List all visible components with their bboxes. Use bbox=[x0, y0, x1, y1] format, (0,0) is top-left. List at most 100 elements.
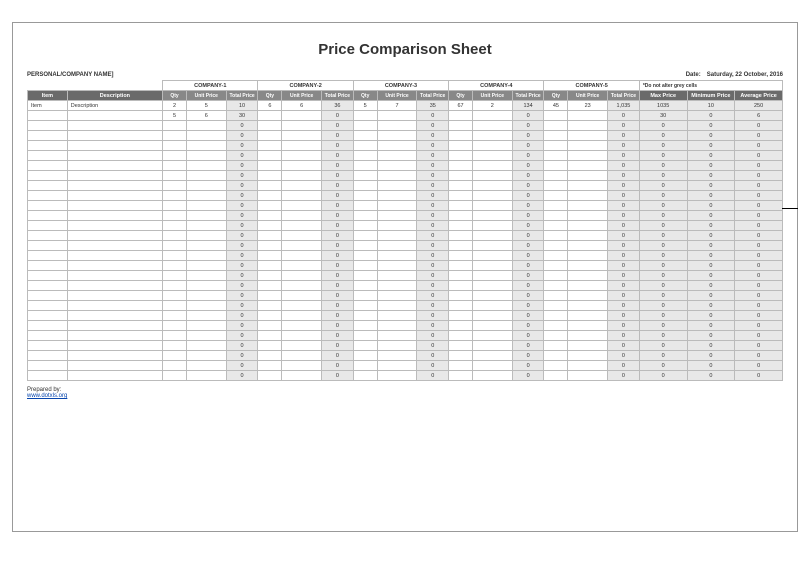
cell: 0 bbox=[226, 171, 258, 181]
hdr-c5-qty: Qty bbox=[544, 91, 568, 101]
cell bbox=[449, 191, 473, 201]
cell: 0 bbox=[512, 171, 544, 181]
cell bbox=[186, 121, 226, 131]
cell bbox=[67, 261, 162, 271]
cell: 0 bbox=[608, 251, 640, 261]
cell: 0 bbox=[417, 261, 449, 271]
cell bbox=[258, 231, 282, 241]
cell bbox=[282, 261, 322, 271]
cell bbox=[568, 181, 608, 191]
cell bbox=[377, 361, 417, 371]
cell: 0 bbox=[512, 131, 544, 141]
cell bbox=[28, 111, 68, 121]
cell: 0 bbox=[322, 181, 354, 191]
cell bbox=[28, 161, 68, 171]
table-row: 00000000 bbox=[28, 161, 783, 171]
cell bbox=[258, 341, 282, 351]
table-row: 00000000 bbox=[28, 281, 783, 291]
note-label: *Do not alter grey cells bbox=[639, 81, 782, 91]
table-row: 00000000 bbox=[28, 191, 783, 201]
cell: 0 bbox=[687, 321, 735, 331]
cell: 0 bbox=[322, 241, 354, 251]
cell bbox=[568, 241, 608, 251]
cell bbox=[377, 311, 417, 321]
cell bbox=[568, 151, 608, 161]
page-title: Price Comparison Sheet bbox=[27, 41, 783, 58]
cell bbox=[449, 301, 473, 311]
cell bbox=[568, 191, 608, 201]
cell bbox=[449, 221, 473, 231]
table-row: 00000000 bbox=[28, 351, 783, 361]
cell bbox=[353, 171, 377, 181]
cell: 0 bbox=[735, 311, 783, 321]
cell bbox=[28, 171, 68, 181]
cell bbox=[353, 231, 377, 241]
source-link[interactable]: www.dotxls.org bbox=[27, 393, 67, 399]
cell: 0 bbox=[639, 311, 687, 321]
table-row: 00000000 bbox=[28, 371, 783, 381]
cell bbox=[258, 221, 282, 231]
cell: 0 bbox=[322, 141, 354, 151]
cell bbox=[258, 141, 282, 151]
cell bbox=[258, 191, 282, 201]
cell bbox=[377, 261, 417, 271]
cell bbox=[186, 271, 226, 281]
cell bbox=[258, 351, 282, 361]
cell: 0 bbox=[226, 231, 258, 241]
cell bbox=[544, 281, 568, 291]
cell: 0 bbox=[322, 301, 354, 311]
cell bbox=[472, 161, 512, 171]
cell: 0 bbox=[639, 161, 687, 171]
cell bbox=[163, 241, 187, 251]
cell bbox=[568, 131, 608, 141]
cell bbox=[449, 331, 473, 341]
cell: 0 bbox=[735, 321, 783, 331]
cell: 0 bbox=[417, 221, 449, 231]
table-row: 00000000 bbox=[28, 341, 783, 351]
cell bbox=[258, 291, 282, 301]
cell bbox=[282, 171, 322, 181]
cell: 0 bbox=[608, 161, 640, 171]
cell bbox=[377, 211, 417, 221]
cell bbox=[568, 311, 608, 321]
cell bbox=[353, 121, 377, 131]
cell bbox=[186, 301, 226, 311]
cell bbox=[186, 341, 226, 351]
cell bbox=[377, 371, 417, 381]
cell: 0 bbox=[608, 351, 640, 361]
cell: 0 bbox=[417, 371, 449, 381]
cell bbox=[568, 321, 608, 331]
cell bbox=[282, 341, 322, 351]
cell bbox=[282, 131, 322, 141]
cell bbox=[449, 311, 473, 321]
cell: 0 bbox=[608, 211, 640, 221]
table-row: 00000000 bbox=[28, 151, 783, 161]
cell: 0 bbox=[639, 281, 687, 291]
cell bbox=[544, 231, 568, 241]
cell bbox=[28, 191, 68, 201]
cell: 0 bbox=[417, 241, 449, 251]
group-company-3: COMPANY-3 bbox=[353, 81, 448, 91]
cell bbox=[568, 331, 608, 341]
cell bbox=[28, 241, 68, 251]
cell bbox=[353, 151, 377, 161]
cell: 0 bbox=[512, 151, 544, 161]
cell bbox=[186, 191, 226, 201]
cell: 0 bbox=[639, 271, 687, 281]
cell: 0 bbox=[512, 291, 544, 301]
cell bbox=[186, 321, 226, 331]
cell: 0 bbox=[735, 181, 783, 191]
cell bbox=[568, 121, 608, 131]
cell bbox=[544, 361, 568, 371]
cell: 0 bbox=[735, 211, 783, 221]
cell: 6 bbox=[186, 111, 226, 121]
cell: 0 bbox=[639, 261, 687, 271]
cell bbox=[377, 121, 417, 131]
cell bbox=[163, 341, 187, 351]
cell bbox=[67, 371, 162, 381]
cell bbox=[353, 351, 377, 361]
cell bbox=[353, 261, 377, 271]
cell bbox=[353, 111, 377, 121]
cell bbox=[472, 201, 512, 211]
cell bbox=[258, 261, 282, 271]
